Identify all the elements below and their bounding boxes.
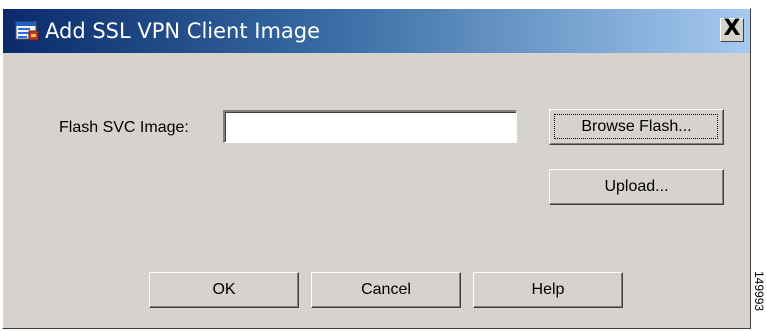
close-button[interactable]: X [720,18,744,42]
help-button[interactable]: Help [473,272,623,308]
cancel-button[interactable]: Cancel [311,272,461,308]
browse-flash-button[interactable]: Browse Flash... [549,109,724,145]
figure-id-text: 149993 [752,271,766,312]
cancel-label: Cancel [361,281,411,298]
help-label: Help [531,281,565,298]
close-icon: X [723,16,741,41]
flash-svc-image-input[interactable] [223,110,517,143]
app-icon [15,19,39,43]
add-ssl-vpn-client-image-dialog: Add SSL VPN Client Image X Flash SVC Ima… [2,8,751,329]
ok-button[interactable]: OK [149,272,299,308]
title-bar[interactable]: Add SSL VPN Client Image X [3,9,750,53]
upload-button[interactable]: Upload... [549,169,724,205]
flash-svc-image-label: Flash SVC Image: [59,119,189,136]
ok-label: OK [212,281,236,298]
browse-flash-label: Browse Flash... [581,118,692,135]
figure-id-note: 149993 [752,271,767,331]
dialog-title: Add SSL VPN Client Image [45,19,321,43]
upload-label: Upload... [604,178,669,195]
